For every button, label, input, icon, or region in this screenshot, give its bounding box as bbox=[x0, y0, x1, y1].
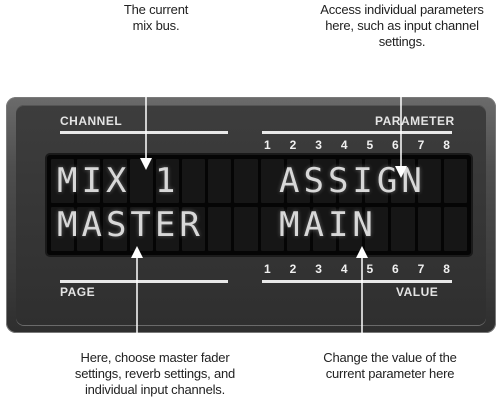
page-label: PAGE bbox=[60, 285, 96, 299]
parameter-divider bbox=[262, 131, 452, 134]
parameter-readout: ASSIGN bbox=[279, 161, 426, 201]
value-number-1: 1 bbox=[264, 262, 271, 276]
channel-label: CHANNEL bbox=[60, 114, 123, 128]
parameter-number-2: 2 bbox=[289, 138, 297, 152]
parameter-label: PARAMETER bbox=[375, 114, 455, 128]
value-knob-numbers: 1 2 3 4 5 6 7 8 bbox=[262, 262, 452, 276]
mix-bus-callout: The current mix bus. bbox=[96, 2, 216, 34]
callout-line: Here, choose master fader bbox=[80, 350, 230, 365]
callout-line: here, such as input channel bbox=[325, 18, 479, 33]
callout-line: individual input channels. bbox=[84, 382, 226, 397]
value-number-2: 2 bbox=[289, 262, 297, 276]
parameter-callout: Access individual parameters here, such … bbox=[300, 2, 504, 50]
parameter-number-6: 6 bbox=[392, 138, 399, 152]
callout-line: settings, reverb settings, and bbox=[74, 366, 236, 381]
callout-line: Change the value of the bbox=[323, 350, 457, 365]
value-callout: Change the value of the current paramete… bbox=[290, 350, 490, 382]
parameter-number-7: 7 bbox=[417, 138, 425, 152]
callout-line: settings. bbox=[378, 34, 426, 49]
parameter-number-3: 3 bbox=[315, 138, 322, 152]
value-label: VALUE bbox=[396, 285, 439, 299]
value-number-4: 4 bbox=[340, 262, 348, 276]
page-readout: MASTER bbox=[57, 205, 204, 245]
callout-line: mix bus. bbox=[132, 18, 180, 33]
page-callout: Here, choose master fader settings, reve… bbox=[20, 350, 290, 398]
callout-line: Access individual parameters bbox=[320, 2, 484, 17]
mix-bus-readout: MIX 1 bbox=[57, 161, 180, 201]
value-number-7: 7 bbox=[417, 262, 425, 276]
value-number-6: 6 bbox=[392, 262, 399, 276]
callout-line: current parameter here bbox=[325, 366, 455, 381]
page-divider bbox=[60, 280, 228, 283]
value-number-3: 3 bbox=[315, 262, 322, 276]
value-number-8: 8 bbox=[443, 262, 450, 276]
parameter-number-8: 8 bbox=[443, 138, 450, 152]
callout-line: The current bbox=[123, 2, 189, 17]
channel-divider bbox=[60, 131, 228, 134]
value-divider bbox=[262, 280, 452, 283]
parameter-number-4: 4 bbox=[340, 138, 348, 152]
parameter-knob-numbers: 1 2 3 4 5 6 7 8 bbox=[262, 138, 452, 152]
parameter-number-1: 1 bbox=[264, 138, 271, 152]
parameter-number-5: 5 bbox=[366, 138, 374, 152]
value-number-5: 5 bbox=[366, 262, 374, 276]
value-readout: MAIN bbox=[279, 205, 377, 245]
